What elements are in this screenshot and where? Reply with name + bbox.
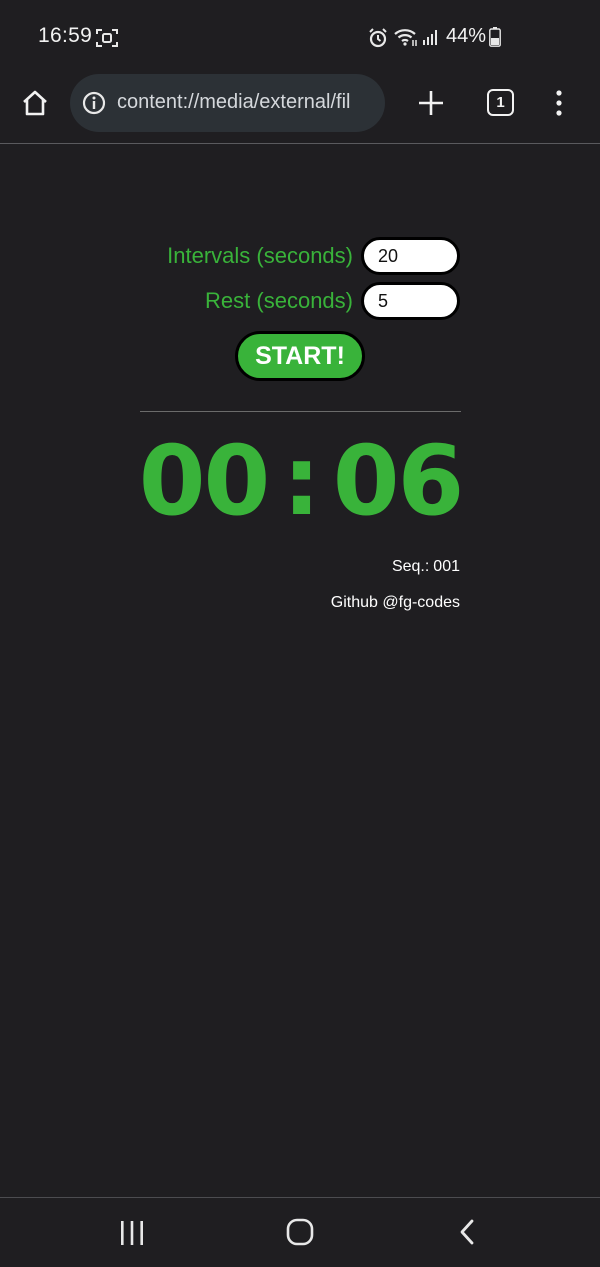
wifi-icon	[394, 29, 417, 46]
rest-row: Rest (seconds)	[205, 282, 460, 320]
recents-icon[interactable]	[119, 1220, 145, 1246]
address-bar[interactable]: content://media/external/fil	[70, 74, 385, 132]
timer-minutes: 00	[138, 425, 271, 537]
github-credit: Github @fg-codes	[330, 594, 460, 611]
browser-toolbar: content://media/external/fil 1	[0, 72, 600, 144]
nav-bar	[0, 1197, 600, 1267]
rest-input[interactable]	[361, 282, 460, 320]
status-bar: 16:59 44%	[0, 0, 600, 72]
status-time: 16:59	[38, 24, 93, 47]
intervals-row: Intervals (seconds)	[167, 237, 460, 275]
battery-icon	[489, 27, 501, 47]
start-button[interactable]: START!	[235, 331, 365, 381]
battery-percent: 44%	[446, 25, 487, 47]
sequence-counter: Seq.: 001	[392, 558, 460, 576]
timer-separator: :	[282, 425, 320, 537]
signal-icon	[423, 30, 437, 45]
plus-icon[interactable]	[416, 88, 446, 118]
home-icon[interactable]	[20, 88, 50, 118]
back-icon[interactable]	[456, 1218, 478, 1246]
intervals-label: Intervals (seconds)	[167, 243, 353, 268]
more-vert-icon[interactable]	[548, 88, 570, 118]
intervals-input[interactable]	[361, 237, 460, 275]
divider	[140, 411, 461, 412]
tabs-icon[interactable]: 1	[487, 89, 514, 116]
screenshot-icon	[96, 29, 118, 47]
timer-display: 00 : 06	[138, 425, 465, 537]
seq-label: Seq.:	[391, 558, 430, 575]
rest-label: Rest (seconds)	[205, 288, 353, 313]
url-text[interactable]: content://media/external/fil	[117, 91, 377, 114]
info-icon[interactable]	[82, 91, 106, 115]
timer-seconds: 06	[332, 425, 465, 537]
alarm-icon	[369, 28, 387, 48]
home-circle-icon[interactable]	[285, 1218, 315, 1246]
seq-value: 001	[433, 558, 460, 575]
